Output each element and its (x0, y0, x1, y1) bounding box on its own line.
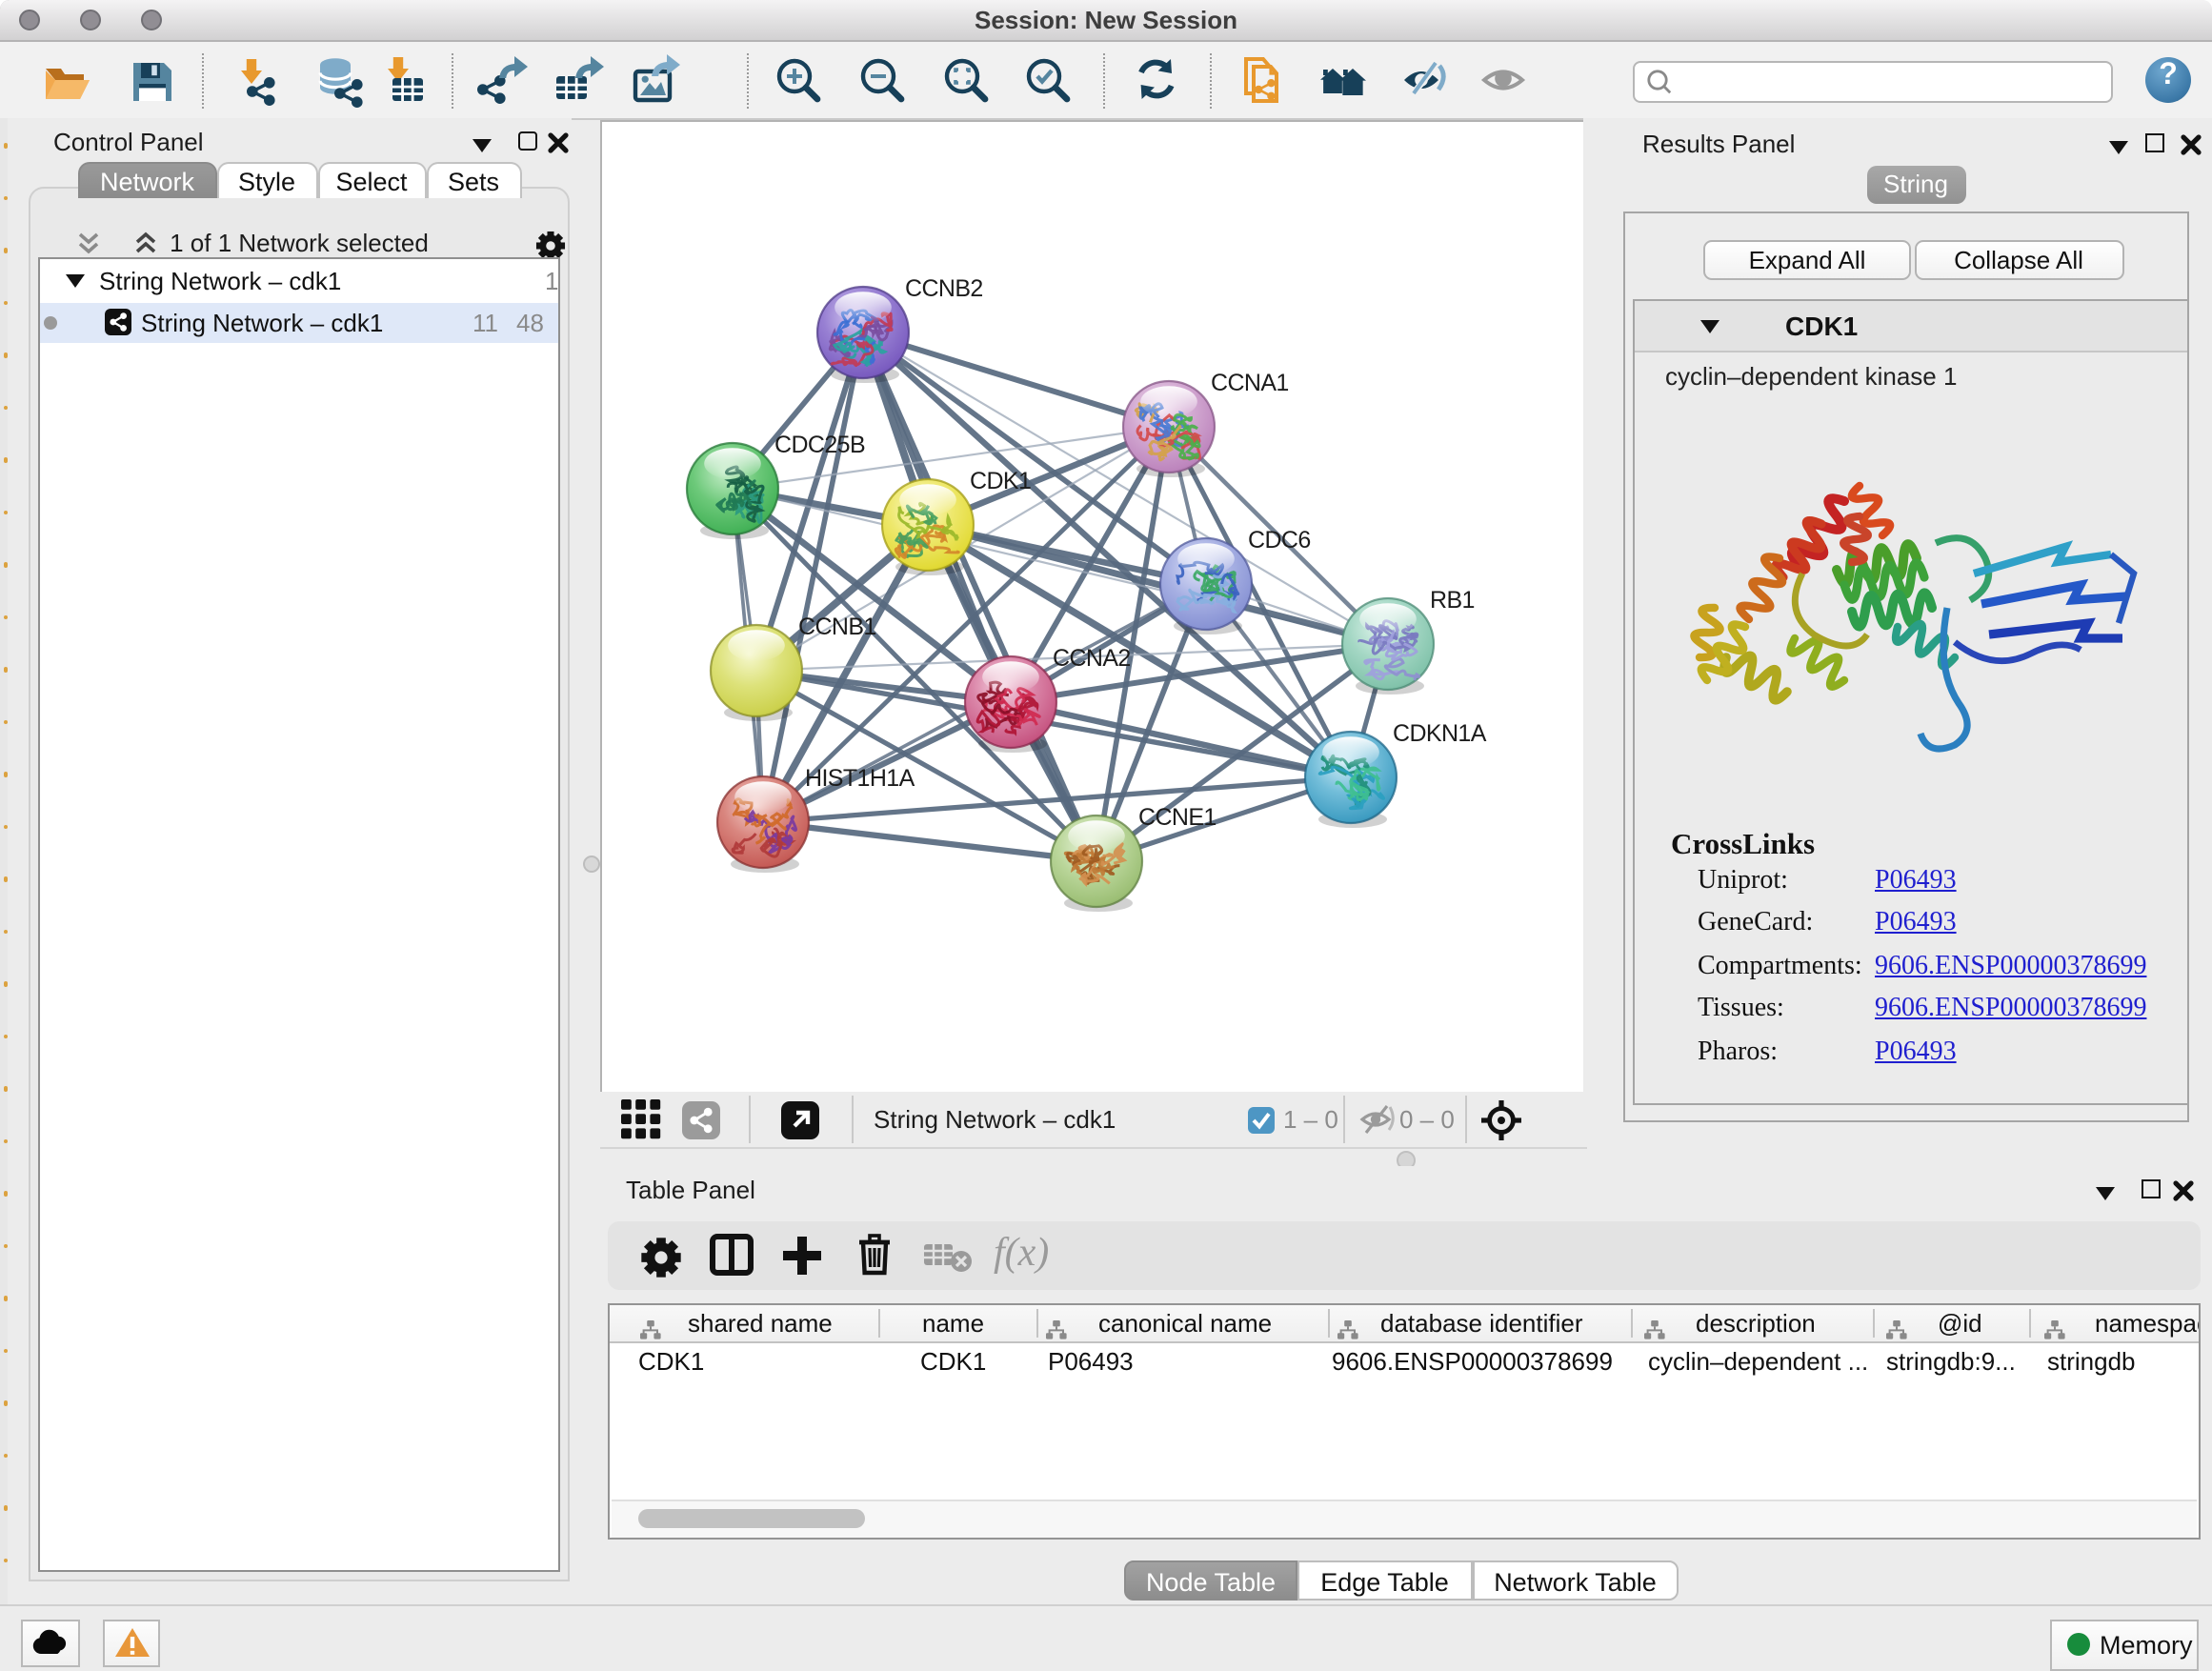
svg-text:CDK1: CDK1 (969, 468, 1030, 494)
svg-text:CCNB2: CCNB2 (904, 275, 982, 302)
svg-text:CCNA2: CCNA2 (1052, 645, 1130, 672)
svg-text:HIST1H1A: HIST1H1A (804, 765, 915, 792)
svg-text:CDKN1A: CDKN1A (1392, 720, 1486, 747)
svg-text:CCNA1: CCNA1 (1210, 370, 1288, 396)
svg-text:RB1: RB1 (1429, 587, 1474, 614)
svg-text:CDC25B: CDC25B (774, 432, 864, 458)
svg-text:CCNE1: CCNE1 (1137, 804, 1216, 831)
svg-text:CCNB1: CCNB1 (797, 614, 875, 640)
svg-text:CDC6: CDC6 (1247, 527, 1310, 554)
